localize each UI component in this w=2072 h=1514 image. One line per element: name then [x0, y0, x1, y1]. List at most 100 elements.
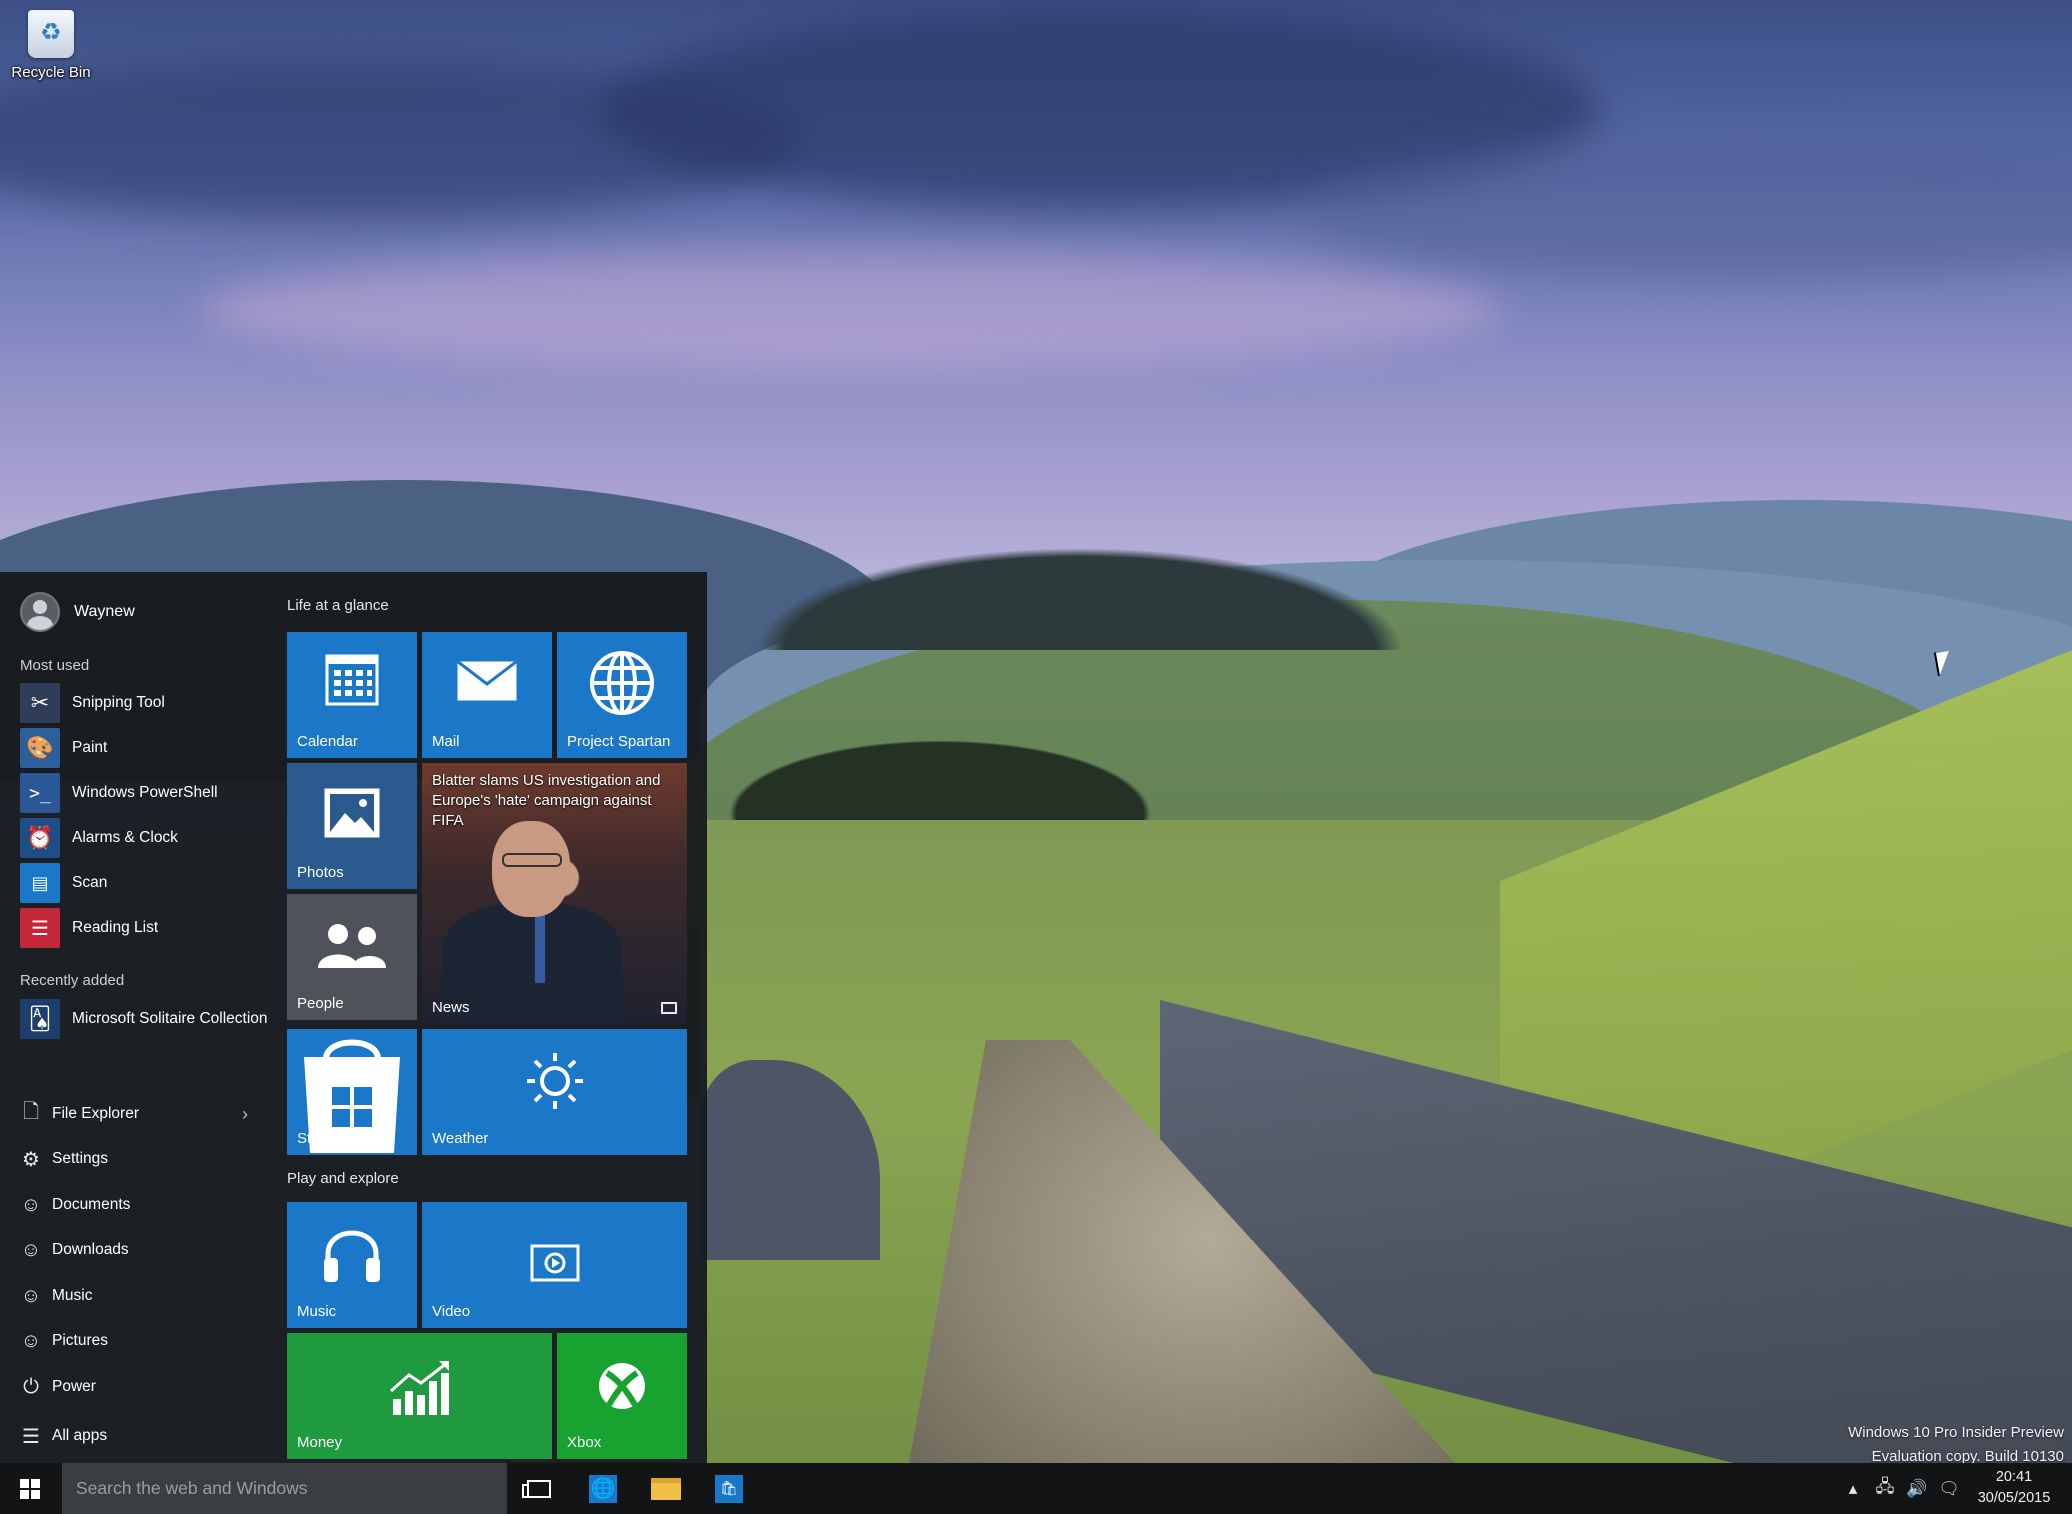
network-button[interactable]: 🖧	[1870, 1463, 1900, 1514]
chart-up-icon	[389, 1361, 449, 1415]
place-label: File Explorer	[52, 1105, 139, 1122]
reading-list-icon: ☰	[20, 908, 60, 948]
search-box[interactable]	[62, 1463, 507, 1514]
app-label: Snipping Tool	[72, 694, 165, 711]
tile-label: People	[297, 995, 344, 1012]
wallpaper-trees	[700, 530, 1460, 650]
notification-icon: 🗨	[1938, 1478, 1960, 1498]
app-label: Microsoft Solitaire Collection	[72, 1010, 268, 1027]
tile-calendar[interactable]: Calendar	[287, 632, 417, 758]
taskbar-project-spartan[interactable]: 🌐	[574, 1463, 632, 1514]
tile-people[interactable]: People	[287, 894, 417, 1020]
place-power[interactable]: ⏻ Power	[20, 1367, 260, 1407]
wallpaper-cloud	[200, 250, 1500, 370]
recently-added-heading: Recently added	[20, 972, 125, 989]
tile-money[interactable]: Money	[287, 1333, 552, 1459]
tile-mail[interactable]: Mail	[422, 632, 552, 758]
tile-label: Calendar	[297, 733, 358, 750]
place-settings[interactable]: ⚙ Settings	[20, 1139, 260, 1179]
tile-label: Photos	[297, 864, 344, 881]
chevron-up-icon: ▴	[1848, 1478, 1858, 1498]
action-center-button[interactable]: 🗨	[1934, 1463, 1964, 1514]
power-icon: ⏻	[23, 1375, 39, 1398]
show-hidden-icons-button[interactable]: ▴	[1840, 1463, 1866, 1514]
news-photo-head	[492, 821, 570, 917]
place-file-explorer[interactable]: 🗋 File Explorer ›	[20, 1094, 260, 1134]
place-downloads[interactable]: ☺ Downloads	[20, 1230, 260, 1270]
tile-video[interactable]: Video	[422, 1202, 687, 1328]
recycle-bin-desktop-icon[interactable]: Recycle Bin	[6, 10, 96, 81]
app-snipping-tool[interactable]: ✂ Snipping Tool	[20, 682, 270, 724]
headphones-icon	[324, 1230, 380, 1282]
scanner-icon: ▤	[20, 863, 60, 903]
tile-label: Mail	[432, 733, 460, 750]
user-account-button[interactable]: Waynew	[20, 592, 135, 632]
place-all-apps[interactable]: ☰ All apps	[20, 1416, 260, 1456]
watermark-line: Evaluation copy. Build 10130	[1871, 1448, 2064, 1463]
place-label: Documents	[52, 1196, 131, 1213]
place-pictures[interactable]: ☺ Pictures	[20, 1321, 260, 1361]
video-icon	[530, 1244, 579, 1282]
scissors-icon: ✂	[20, 683, 60, 723]
palette-icon: 🎨	[20, 728, 60, 768]
app-label: Windows PowerShell	[72, 784, 218, 801]
user-name: Waynew	[74, 603, 135, 620]
place-documents[interactable]: ☺ Documents	[20, 1185, 260, 1225]
tile-label: Music	[297, 1303, 337, 1320]
people-icon	[318, 924, 386, 968]
tile-store[interactable]: Store	[287, 1029, 417, 1155]
xbox-icon	[599, 1363, 645, 1409]
music-icon: ☺	[20, 1284, 42, 1307]
tile-news[interactable]: Blatter slams US investigation and Europ…	[422, 763, 687, 1024]
tile-music[interactable]: Music	[287, 1202, 417, 1328]
gear-icon: ⚙	[22, 1148, 40, 1171]
app-microsoft-solitaire-collection[interactable]: 🂡 Microsoft Solitaire Collection	[20, 998, 290, 1040]
app-paint[interactable]: 🎨 Paint	[20, 727, 270, 769]
app-reading-list[interactable]: ☰ Reading List	[20, 907, 270, 949]
task-view-button[interactable]	[510, 1463, 568, 1514]
cards-icon: 🂡	[20, 999, 60, 1039]
place-label: Downloads	[52, 1241, 129, 1258]
file-explorer-icon: 🗋	[22, 1101, 40, 1123]
recycle-bin-label: Recycle Bin	[11, 64, 91, 81]
tile-weather[interactable]: Weather	[422, 1029, 687, 1155]
alarm-clock-icon: ⏰	[20, 818, 60, 858]
photos-icon	[324, 788, 380, 838]
taskbar-store[interactable]: 🛍	[700, 1463, 758, 1514]
task-view-icon	[522, 1479, 551, 1498]
start-button[interactable]	[0, 1463, 60, 1514]
documents-icon: ☺	[20, 1193, 42, 1216]
app-scan[interactable]: ▤ Scan	[20, 862, 270, 904]
app-label: Scan	[72, 874, 108, 891]
start-menu-left-column: Waynew Most used ✂ Snipping Tool 🎨 Paint…	[0, 572, 270, 1463]
tile-photos[interactable]: Photos	[287, 763, 417, 889]
app-label: Reading List	[72, 919, 159, 936]
app-windows-powershell[interactable]: >_ Windows PowerShell	[20, 772, 270, 814]
clock[interactable]: 20:41 30/05/2015	[1966, 1467, 2062, 1509]
globe-icon	[590, 651, 654, 715]
tile-label: News	[432, 999, 470, 1016]
app-alarms-clock[interactable]: ⏰ Alarms & Clock	[20, 817, 270, 859]
place-music[interactable]: ☺ Music	[20, 1276, 260, 1316]
place-label: Music	[52, 1287, 93, 1304]
tile-project-spartan[interactable]: Project Spartan	[557, 632, 687, 758]
network-icon: 🖧	[1875, 1477, 1895, 1496]
taskbar: 🌐 🛍 ▴ 🖧 🔊 🗨 20:41 30/05/2015	[0, 1463, 2072, 1514]
place-label: Settings	[52, 1150, 109, 1167]
place-label: Pictures	[52, 1332, 108, 1349]
windows-logo-icon	[20, 1478, 40, 1499]
build-watermark: Windows 10 Pro Insider Preview Evaluatio…	[1848, 1421, 2064, 1463]
store-bag-icon: 🛍	[715, 1474, 743, 1503]
volume-button[interactable]: 🔊	[1902, 1463, 1932, 1514]
downloads-icon: ☺	[20, 1238, 42, 1261]
chevron-right-icon[interactable]: ›	[242, 1104, 248, 1125]
search-input[interactable]	[76, 1478, 507, 1499]
news-headline: Blatter slams US investigation and Europ…	[432, 772, 661, 829]
news-badge-icon	[661, 1002, 677, 1014]
tile-label: Video	[432, 1303, 471, 1320]
tile-xbox[interactable]: Xbox	[557, 1333, 687, 1459]
taskbar-file-explorer[interactable]	[637, 1463, 695, 1514]
group-title-life-at-a-glance: Life at a glance	[287, 597, 389, 614]
globe-icon: 🌐	[589, 1474, 617, 1503]
tile-label: Store	[297, 1130, 333, 1147]
